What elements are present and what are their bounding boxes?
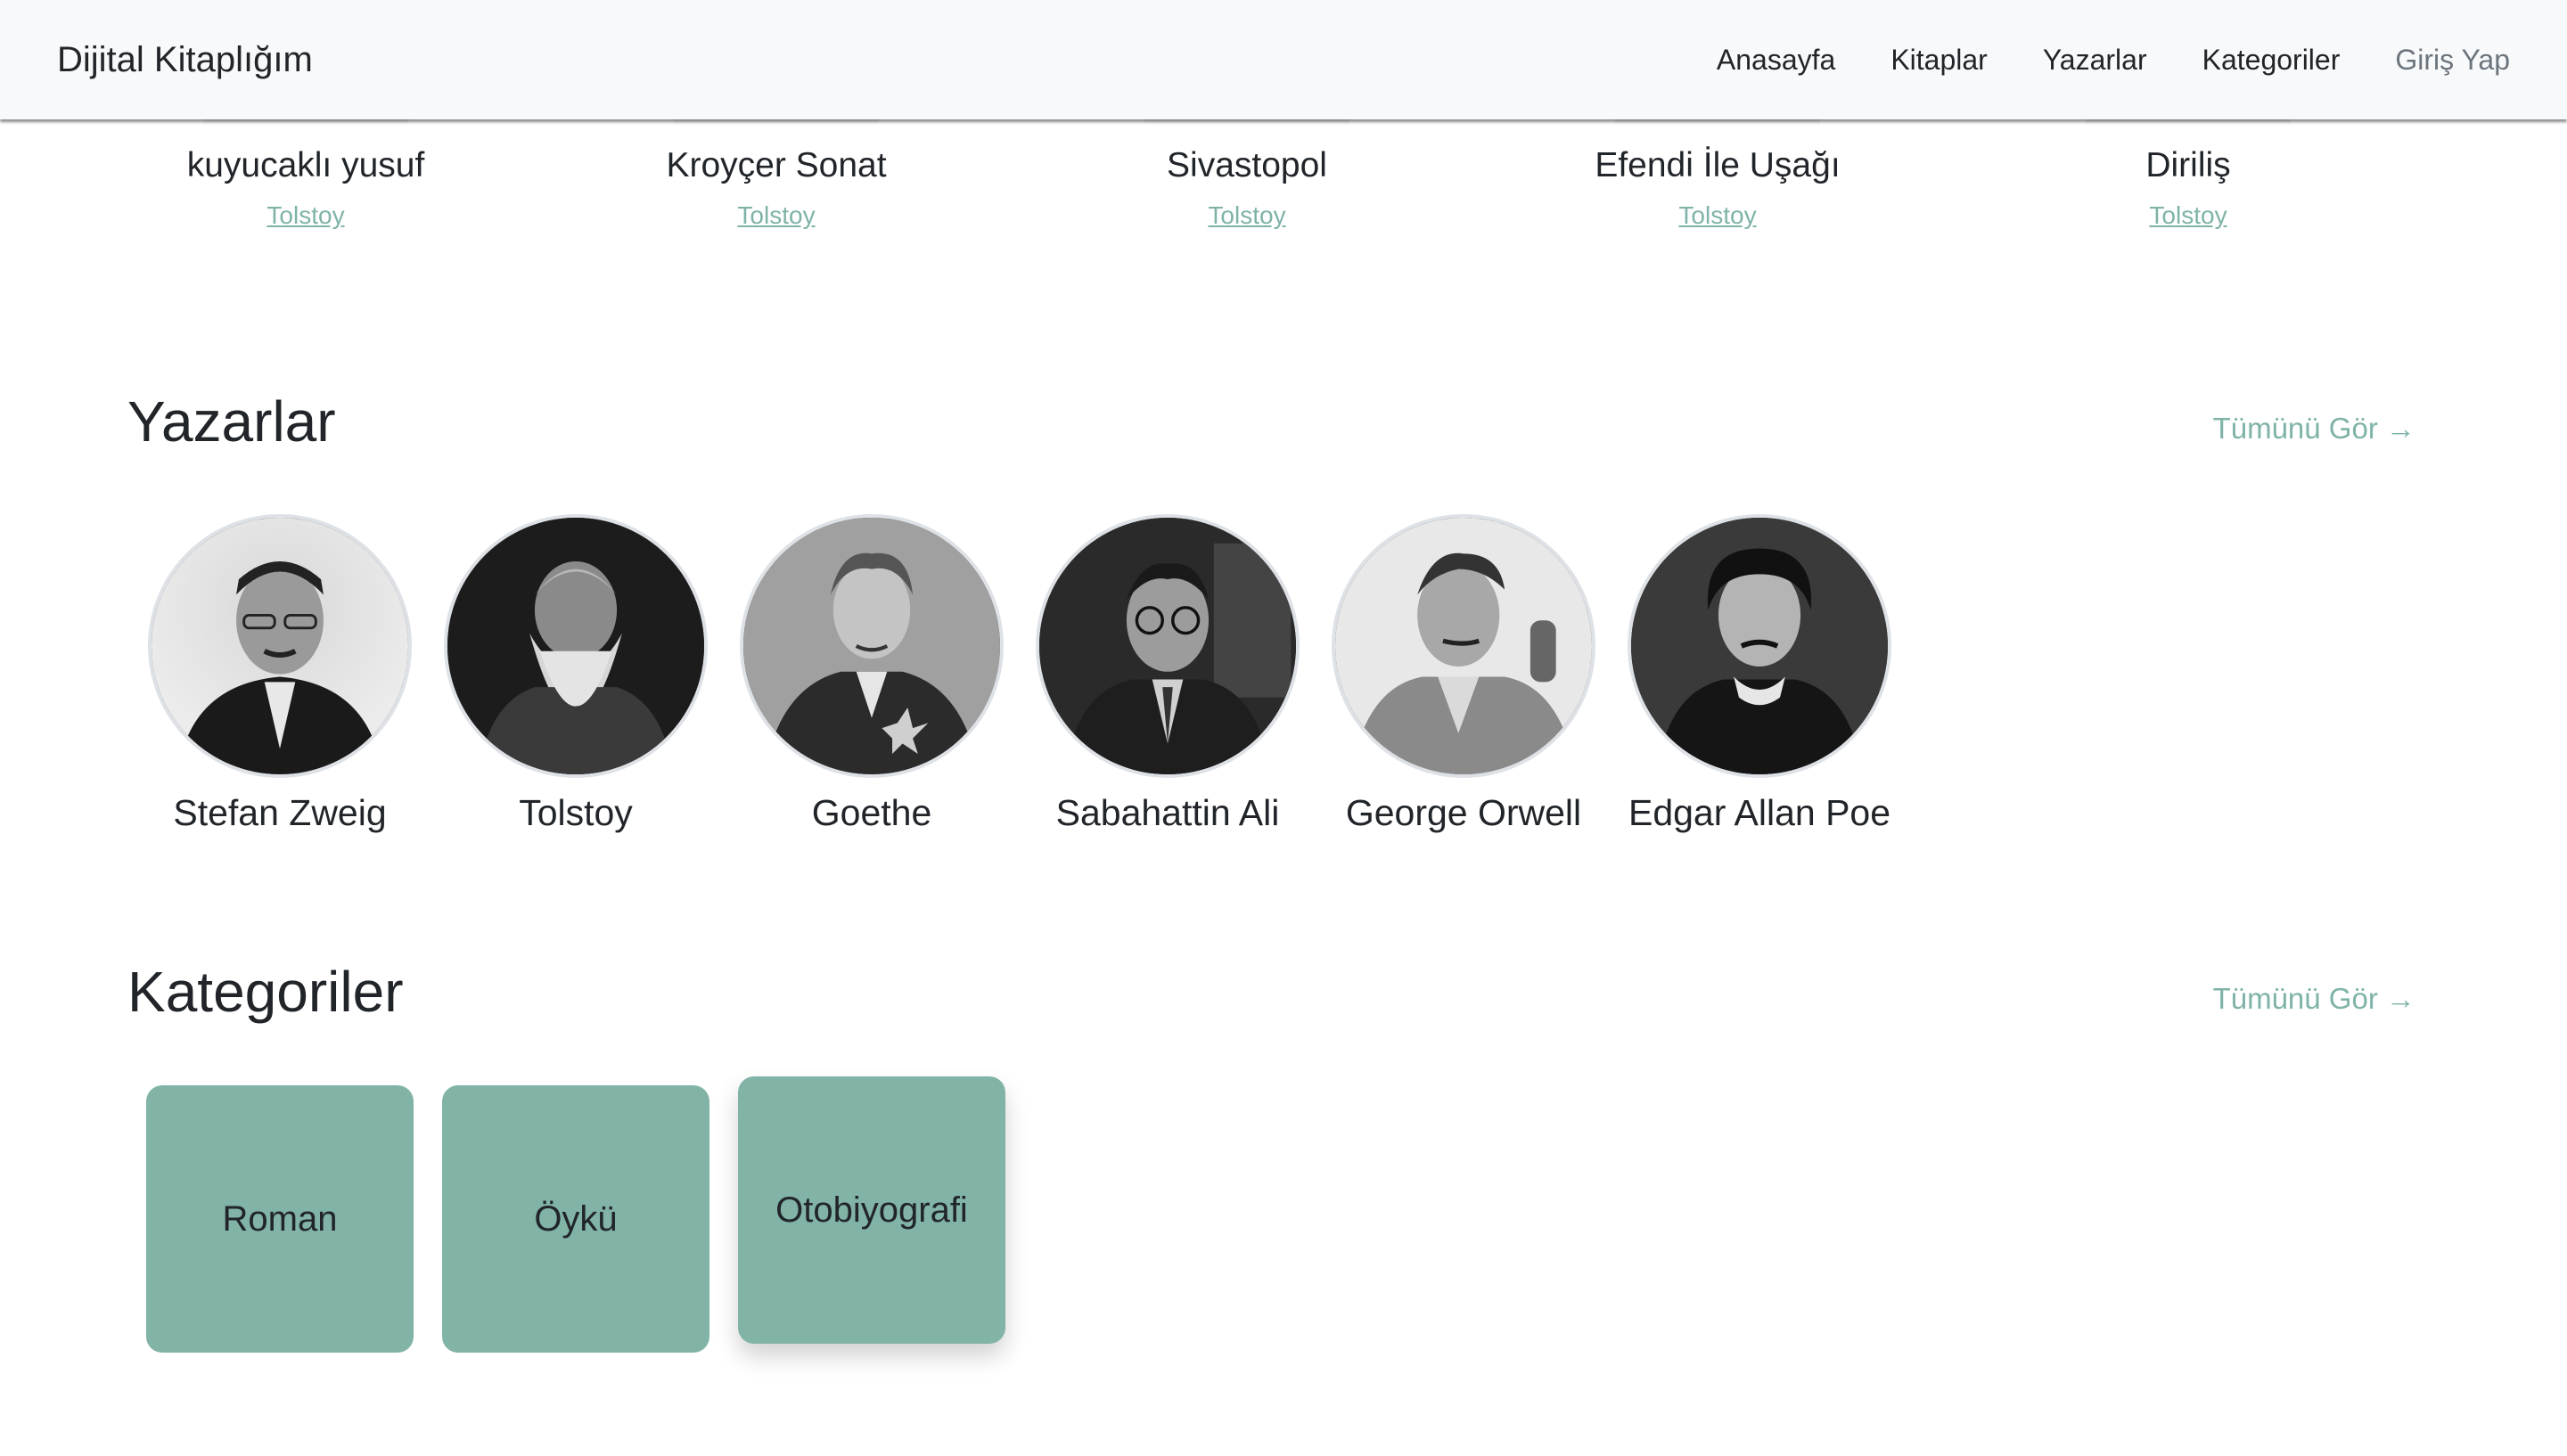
author-portrait bbox=[740, 514, 1004, 778]
book-author-link[interactable]: Tolstoy bbox=[2149, 201, 2227, 230]
book-cover-edge bbox=[1615, 119, 1820, 125]
categories-section-title: Kategoriler bbox=[127, 960, 404, 1024]
author-name: George Orwell bbox=[1345, 792, 1582, 833]
book-title: Diriliş bbox=[2145, 146, 2231, 184]
book-title: kuyucaklı yusuf bbox=[186, 146, 425, 184]
navbar: Dijital Kitaplığım Anasayfa Kitaplar Yaz… bbox=[0, 0, 2567, 119]
nav-link-yazarlar[interactable]: Yazarlar bbox=[2043, 44, 2147, 77]
author-portrait bbox=[1332, 514, 1595, 778]
category-label: Roman bbox=[222, 1198, 338, 1239]
book-cover-edge bbox=[1144, 119, 1349, 125]
book-card[interactable]: Efendi İle Uşağı Tolstoy bbox=[1504, 143, 1931, 230]
nav-link-login[interactable]: Giriş Yap bbox=[2395, 44, 2510, 77]
author-portrait bbox=[444, 514, 708, 778]
author-name: Stefan Zweig bbox=[173, 792, 387, 833]
nav-link-anasayfa[interactable]: Anasayfa bbox=[1717, 44, 1835, 77]
book-card[interactable]: kuyucaklı yusuf Tolstoy bbox=[92, 143, 520, 230]
book-author-link[interactable]: Tolstoy bbox=[1208, 201, 1285, 230]
nav-link-kitaplar[interactable]: Kitaplar bbox=[1890, 44, 1988, 77]
category-label: Öykü bbox=[534, 1198, 618, 1239]
author-name: Tolstoy bbox=[519, 792, 633, 833]
book-cover-edge bbox=[674, 119, 879, 125]
author-card[interactable]: George Orwell bbox=[1321, 514, 1606, 834]
category-card-oyku[interactable]: Öykü bbox=[442, 1085, 709, 1353]
book-card[interactable]: Sivastopol Tolstoy bbox=[1033, 143, 1461, 230]
author-name: Goethe bbox=[811, 792, 932, 833]
author-card[interactable]: Edgar Allan Poe bbox=[1617, 514, 1902, 834]
book-author-link[interactable]: Tolstoy bbox=[1678, 201, 1756, 230]
category-label: Otobiyografi bbox=[775, 1190, 968, 1230]
author-card[interactable]: Sabahattin Ali bbox=[1025, 514, 1310, 834]
nav-link-kategoriler[interactable]: Kategoriler bbox=[2202, 44, 2341, 77]
author-card[interactable]: Stefan Zweig bbox=[137, 514, 422, 834]
book-title: Sivastopol bbox=[1167, 146, 1327, 184]
book-card[interactable]: Diriliş Tolstoy bbox=[1974, 143, 2402, 230]
nav-links: Anasayfa Kitaplar Yazarlar Kategoriler G… bbox=[1661, 44, 2510, 77]
authors-section-title: Yazarlar bbox=[127, 389, 336, 454]
category-card-roman[interactable]: Roman bbox=[146, 1085, 414, 1353]
categories-see-all-link[interactable]: Tümünü Gör → bbox=[2213, 982, 2415, 1016]
author-name: Sabahattin Ali bbox=[1055, 792, 1280, 833]
brand-link[interactable]: Dijital Kitaplığım bbox=[57, 40, 313, 80]
author-portrait bbox=[1628, 514, 1891, 778]
authors-see-all-link[interactable]: Tümünü Gör → bbox=[2213, 412, 2415, 446]
book-author-link[interactable]: Tolstoy bbox=[267, 201, 344, 230]
book-card[interactable]: Kroyçer Sonat Tolstoy bbox=[562, 143, 990, 230]
category-card-otobiyografi[interactable]: Otobiyografi bbox=[738, 1076, 1005, 1344]
book-author-link[interactable]: Tolstoy bbox=[737, 201, 815, 230]
author-card[interactable]: Goethe bbox=[729, 514, 1014, 834]
book-title: Kroyçer Sonat bbox=[666, 146, 887, 184]
book-cover-edge bbox=[203, 119, 408, 125]
book-title: Efendi İle Uşağı bbox=[1595, 146, 1841, 184]
book-cover-edge bbox=[2086, 119, 2291, 125]
author-card[interactable]: Tolstoy bbox=[433, 514, 718, 834]
author-portrait bbox=[148, 514, 412, 778]
author-name: Edgar Allan Poe bbox=[1628, 792, 1891, 833]
author-portrait bbox=[1036, 514, 1300, 778]
